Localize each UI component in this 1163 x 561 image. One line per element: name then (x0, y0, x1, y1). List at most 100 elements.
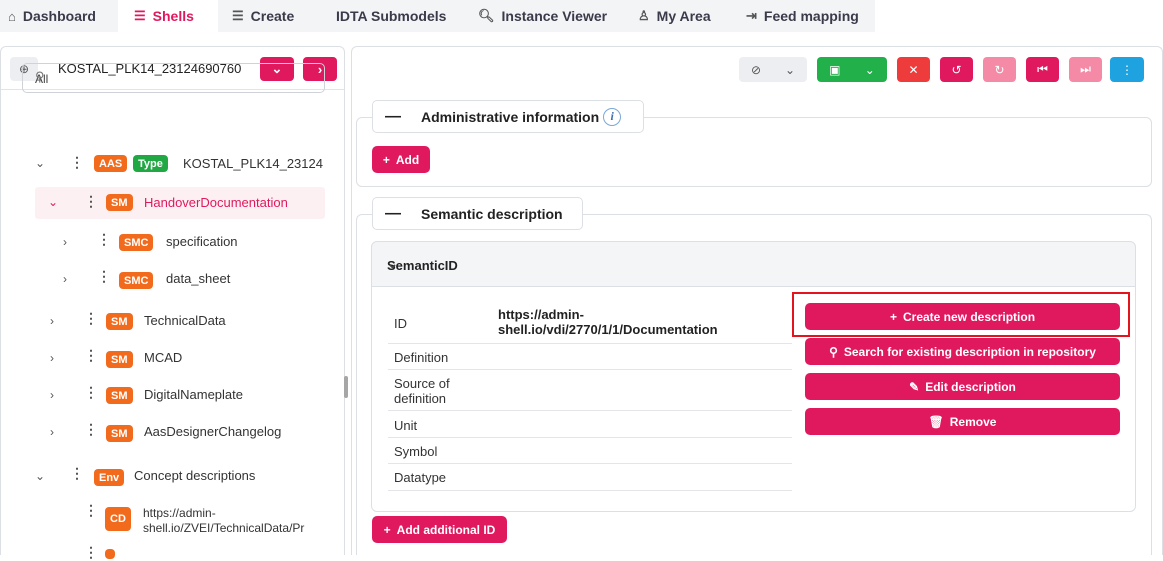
tab-create[interactable]: ☰ Create (232, 0, 294, 32)
tree-filter-input[interactable]: All ⚲ (22, 63, 325, 93)
tab-shells[interactable]: ☰ Shells (118, 0, 218, 32)
property-key: Datatype (394, 470, 447, 485)
save-dropdown[interactable]: ▣ ⌄ (817, 57, 887, 82)
add-button[interactable]: + Add (372, 146, 430, 173)
more-vert-icon: ⋮ (1121, 62, 1133, 77)
badge-cd (105, 549, 115, 559)
more-vert-icon[interactable]: ⋮ (84, 384, 98, 401)
tab-label: Create (250, 8, 295, 24)
badge-sm: SM (106, 351, 133, 368)
pencil-icon: ✎ (909, 379, 920, 394)
more-vert-icon[interactable]: ⋮ (70, 465, 84, 482)
check-circle-icon: ⊘ (750, 62, 762, 77)
more-vert-icon[interactable]: ⋮ (70, 154, 84, 171)
tree-item-label[interactable]: AasDesignerChangelog (144, 424, 281, 439)
chevron-right-icon[interactable]: › (50, 388, 54, 402)
tree-item-label[interactable]: KOSTAL_PLK14_23124 (183, 156, 323, 171)
admin-info-legend[interactable]: — Administrative information i (372, 100, 644, 133)
chevron-down-icon: ⌄ (864, 62, 875, 77)
badge-aas: AAS (94, 155, 128, 172)
semantic-description-legend[interactable]: — Semantic description (372, 197, 583, 230)
property-row-unit: Unit (388, 411, 792, 438)
close-button[interactable]: ✕ (897, 57, 930, 82)
undo-button[interactable]: ↺ (940, 57, 973, 82)
tab-dashboard[interactable]: ⌂ Dashboard (8, 0, 96, 32)
tree-item-label-line2[interactable]: shell.io/ZVEI/TechnicalData/Pr (143, 521, 304, 535)
trash-icon: 🗑︎ (928, 414, 944, 429)
more-vert-icon[interactable]: ⋮ (84, 502, 98, 519)
first-button[interactable]: ⏮ (1026, 57, 1059, 82)
edit-description-button[interactable]: ✎ Edit description (805, 373, 1120, 400)
last-button[interactable]: ⏭ (1069, 57, 1102, 82)
action-label: Remove (949, 414, 997, 429)
badge-smc: SMC (119, 234, 154, 251)
mapping-icon: ⇥ (746, 8, 757, 23)
chevron-down-icon[interactable]: ⌄ (35, 156, 45, 170)
section-title: Semantic description (421, 205, 563, 222)
tab-label: Feed mapping (763, 8, 859, 24)
badge-sm: SM (106, 425, 133, 442)
more-vert-icon[interactable]: ⋮ (84, 310, 98, 327)
chevron-down-icon[interactable]: ⌄ (387, 256, 1121, 272)
property-value-line2: shell.io/vdi/2770/1/1/Documentation (498, 322, 718, 337)
search-icon: 🔍︎ (478, 8, 495, 23)
chevron-right-icon[interactable]: › (63, 272, 67, 286)
badge-env: Env (94, 469, 125, 486)
tree-item-label[interactable]: TechnicalData (144, 313, 226, 328)
property-key-line1: Source of (394, 376, 450, 391)
tree-item-label[interactable]: DigitalNameplate (144, 387, 243, 402)
chevron-down-icon[interactable]: ⌄ (35, 469, 45, 483)
more-vert-icon[interactable]: ⋮ (84, 193, 98, 210)
scrollbar-thumb[interactable] (344, 376, 348, 398)
search-description-button[interactable]: ⚲ Search for existing description in repo… (805, 338, 1120, 365)
close-icon: ✕ (908, 62, 919, 77)
skip-forward-icon: ⏭ (1080, 62, 1091, 76)
tab-feed-mapping[interactable]: ⇥ Feed mapping (746, 0, 859, 32)
more-options-button[interactable]: ⋮ (1110, 57, 1144, 82)
chevron-down-icon: ⌄ (784, 62, 796, 77)
tree-item-label[interactable]: MCAD (144, 350, 182, 365)
redo-button[interactable]: ↻ (983, 57, 1016, 82)
property-value-line1: https://admin- (498, 307, 584, 322)
property-key: Definition (394, 350, 449, 365)
property-key-line2: definition (394, 391, 447, 406)
action-label: Edit description (925, 379, 1016, 394)
chevron-right-icon[interactable]: › (50, 314, 54, 328)
badge-sm: SM (106, 313, 133, 330)
chevron-right-icon[interactable]: › (50, 425, 54, 439)
search-icon: ⚲ (829, 344, 838, 359)
more-vert-icon[interactable]: ⋮ (84, 421, 98, 438)
validate-dropdown[interactable]: ⊘ ⌄ (739, 57, 807, 82)
more-vert-icon[interactable]: ⋮ (97, 231, 111, 248)
badge-smc: SMC (119, 272, 154, 289)
tab-instance-viewer[interactable]: 🔍︎ Instance Viewer (478, 0, 607, 32)
tab-my-area[interactable]: ♙ My Area (638, 0, 711, 32)
chevron-down-icon[interactable]: ⌄ (48, 195, 58, 209)
property-row-id: ID https://admin- shell.io/vdi/2770/1/1/… (388, 303, 792, 344)
tab-label: My Area (656, 8, 711, 24)
chevron-right-icon[interactable]: › (63, 235, 67, 249)
tree-item-label-line1[interactable]: https://admin- (143, 506, 216, 520)
add-id-label: Add additional ID (396, 522, 496, 537)
add-additional-id-button[interactable]: + Add additional ID (372, 516, 507, 543)
tab-idta-submodels[interactable]: IDTA Submodels (336, 0, 446, 32)
list-icon: ☰ (134, 8, 146, 23)
tree-item-label[interactable]: Concept descriptions (134, 468, 255, 483)
plus-icon: + (382, 152, 390, 167)
tree-item-label[interactable]: data_sheet (166, 271, 230, 286)
info-icon[interactable]: i (603, 107, 622, 126)
more-vert-icon[interactable]: ⋮ (84, 544, 98, 561)
tree-item-label[interactable]: specification (166, 234, 238, 249)
tab-label: Shells (152, 8, 194, 24)
chevron-right-icon[interactable]: › (50, 351, 54, 365)
remove-button[interactable]: 🗑︎ Remove (805, 408, 1120, 435)
tree-item-label[interactable]: HandoverDocumentation (144, 195, 288, 210)
badge-type: Type (133, 155, 168, 172)
add-label: Add (395, 152, 420, 167)
tab-label: IDTA Submodels (336, 8, 447, 24)
semantic-id-header[interactable]: SemanticID ⌄ (371, 241, 1136, 287)
badge-cd: CD (105, 507, 131, 531)
more-vert-icon[interactable]: ⋮ (97, 268, 111, 285)
home-icon: ⌂ (8, 8, 16, 24)
more-vert-icon[interactable]: ⋮ (84, 347, 98, 364)
